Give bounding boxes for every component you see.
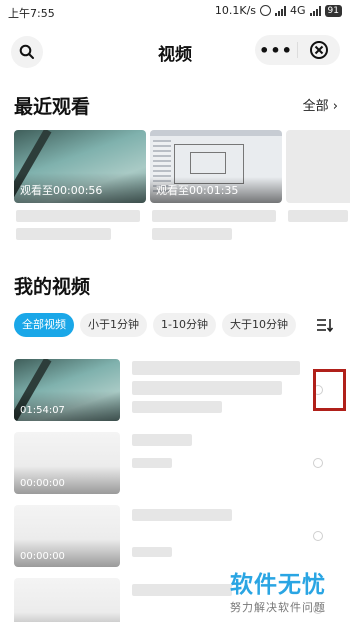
video-duration: 00:00:00: [20, 478, 65, 489]
video-thumbnail: 00:00:00: [14, 505, 120, 567]
recent-section-title: 最近观看: [14, 96, 91, 118]
filter-over-10-min[interactable]: 大于10分钟: [221, 313, 296, 337]
close-button[interactable]: [298, 40, 340, 60]
recent-video-card[interactable]: [286, 130, 350, 222]
video-title-blurred: [16, 210, 140, 222]
video-thumbnail: [286, 130, 350, 203]
video-title-blurred: [152, 210, 276, 222]
battery-level: 91: [324, 4, 342, 17]
network-type: 4G: [290, 4, 306, 17]
signal-icon-2: [309, 5, 321, 16]
select-radio[interactable]: [313, 531, 323, 541]
video-meta-blurred: [132, 458, 172, 468]
status-bar: 上午7:55 10.1K/s 4G 91: [0, 0, 350, 24]
watermark-subtitle: 努力解决软件问题: [230, 601, 326, 614]
video-title-blurred: [288, 210, 348, 222]
thumbnail-graphic: [190, 152, 226, 174]
video-list-item[interactable]: 00:00:00: [14, 505, 344, 567]
title-bar: 视频 •••: [0, 24, 350, 76]
status-indicators: 10.1K/s 4G 91: [215, 4, 342, 17]
video-title-blurred: [132, 584, 232, 596]
video-thumbnail: 观看至00:01:35: [150, 130, 282, 203]
watch-progress: 观看至00:01:35: [156, 184, 239, 197]
filter-all-videos[interactable]: 全部视频: [14, 313, 74, 337]
video-title-blurred: [16, 228, 111, 240]
sort-icon[interactable]: [316, 317, 334, 333]
recent-view-all-link[interactable]: 全部 ›: [303, 95, 338, 114]
recent-video-card[interactable]: 观看至00:00:56: [14, 130, 146, 240]
video-thumbnail: 观看至00:00:56: [14, 130, 146, 203]
highlight-annotation: [313, 369, 346, 411]
select-radio[interactable]: [313, 458, 323, 468]
video-title-blurred: [132, 434, 192, 446]
video-title-blurred: [132, 509, 232, 521]
watermark-logo: 软件无忧 努力解决软件问题: [230, 565, 326, 615]
alarm-icon: [260, 5, 272, 16]
signal-icon: [275, 5, 287, 16]
video-title-blurred: [132, 381, 282, 395]
video-meta-blurred: [132, 401, 222, 413]
filter-under-1-min[interactable]: 小于1分钟: [80, 313, 147, 337]
recent-videos-list: 观看至00:00:56 观看至00:01:35: [14, 130, 350, 252]
status-time: 上午7:55: [8, 7, 55, 20]
video-thumbnail: [14, 578, 120, 622]
watermark-title: 软件无忧: [230, 572, 326, 598]
more-button[interactable]: •••: [255, 41, 297, 60]
video-title-blurred: [152, 228, 232, 240]
video-list-item[interactable]: 00:00:00: [14, 432, 344, 494]
recent-video-card[interactable]: 观看至00:01:35: [150, 130, 282, 240]
mini-program-capsule: •••: [255, 35, 340, 65]
video-thumbnail: 00:00:00: [14, 432, 120, 494]
video-list-item[interactable]: 01:54:07: [14, 359, 344, 421]
duration-filter-bar: 全部视频 小于1分钟 1-10分钟 大于10分钟: [14, 313, 296, 337]
network-speed: 10.1K/s: [214, 4, 257, 17]
close-icon: [310, 41, 328, 59]
my-videos-section-title: 我的视频: [14, 276, 91, 298]
watch-progress: 观看至00:00:56: [20, 184, 103, 197]
chevron-right-icon: ›: [332, 99, 338, 114]
video-meta-blurred: [132, 547, 172, 557]
video-title-blurred: [132, 361, 300, 375]
video-duration: 00:00:00: [20, 551, 65, 562]
thumbnail-graphic: [150, 130, 282, 136]
view-all-label: 全部: [302, 99, 329, 114]
video-thumbnail: 01:54:07: [14, 359, 120, 421]
video-duration: 01:54:07: [20, 405, 65, 416]
filter-1-10-min[interactable]: 1-10分钟: [153, 313, 216, 337]
